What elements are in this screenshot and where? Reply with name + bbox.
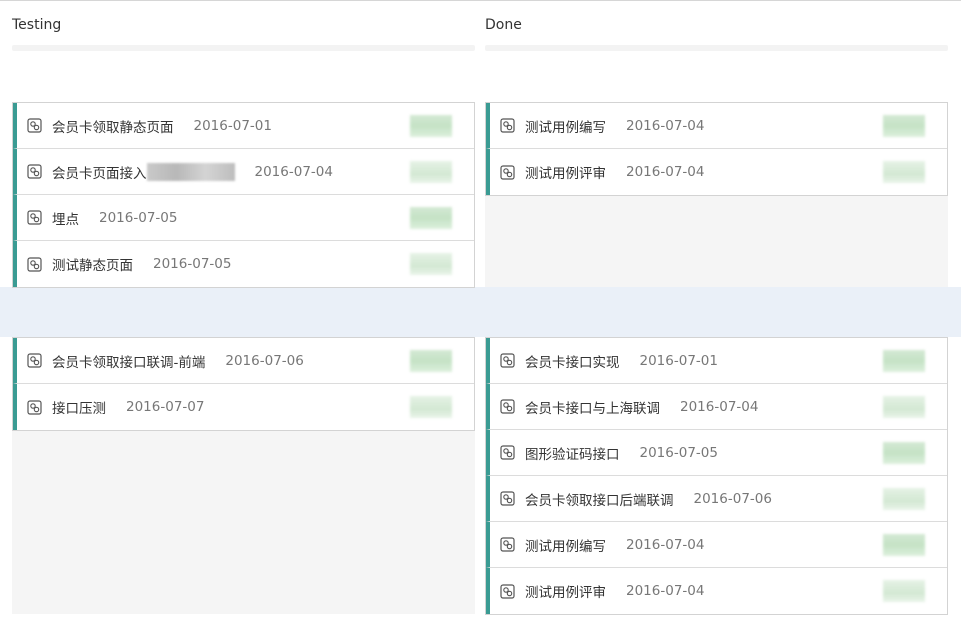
task-date: 2016-07-06: [225, 352, 304, 369]
lane2-testing-empty-area: [12, 429, 475, 614]
assignee-avatar[interactable]: [410, 115, 452, 137]
lane1-done-empty-area: [485, 194, 948, 287]
swimlane-divider: [0, 287, 961, 337]
card-type-icon: [500, 353, 515, 368]
assignee-avatar[interactable]: [883, 161, 925, 183]
task-card[interactable]: 会员卡接口与上海联调 2016-07-04: [486, 384, 947, 430]
card-type-icon: [27, 118, 42, 133]
lane1-done-list: 测试用例编写 2016-07-04 测试用例评审 2016-07-04: [485, 102, 948, 196]
task-card[interactable]: 埋点 2016-07-05: [13, 195, 474, 241]
assignee-avatar[interactable]: [410, 396, 452, 418]
assignee-avatar[interactable]: [883, 534, 925, 556]
card-type-icon: [500, 164, 515, 180]
task-date: 2016-07-04: [680, 398, 759, 415]
task-date: 2016-07-07: [126, 399, 205, 415]
card-type-icon: [27, 399, 42, 415]
task-date: 2016-07-04: [626, 117, 705, 134]
card-type-icon: [500, 399, 515, 414]
assignee-avatar[interactable]: [410, 253, 452, 275]
column-header-bar-done: [485, 45, 948, 51]
task-card[interactable]: 会员卡领取静态页面 2016-07-01: [13, 103, 474, 149]
task-date: 2016-07-05: [99, 209, 178, 226]
card-type-icon: [500, 491, 515, 506]
card-type-icon: [500, 537, 515, 552]
assignee-avatar[interactable]: [410, 207, 452, 229]
task-card[interactable]: 测试用例编写 2016-07-04: [486, 103, 947, 149]
assignee-avatar[interactable]: [410, 161, 452, 183]
task-title: 会员卡领取静态页面: [52, 119, 174, 136]
task-title: 测试用例评审: [525, 166, 606, 182]
task-card[interactable]: 会员卡接口实现 2016-07-01: [486, 338, 947, 384]
assignee-avatar[interactable]: [883, 442, 925, 464]
task-title: 会员卡领取接口后端联调: [525, 492, 674, 509]
task-title: 图形验证码接口: [525, 446, 620, 463]
task-card[interactable]: 测试用例编写 2016-07-04: [486, 522, 947, 568]
task-title: 接口压测: [52, 401, 106, 417]
card-type-icon: [27, 164, 42, 179]
assignee-avatar[interactable]: [883, 488, 925, 510]
assignee-avatar[interactable]: [883, 580, 925, 602]
task-card[interactable]: 测试用例评审 2016-07-04: [486, 568, 947, 614]
column-header-bar-testing: [12, 45, 475, 51]
task-date: 2016-07-01: [193, 117, 272, 134]
task-date: 2016-07-05: [153, 256, 232, 272]
top-border: [0, 0, 961, 1]
assignee-avatar[interactable]: [410, 350, 452, 372]
task-card[interactable]: 图形验证码接口 2016-07-05: [486, 430, 947, 476]
column-header-testing: Testing: [12, 17, 62, 33]
task-title: 会员卡接口与上海联调: [525, 400, 660, 417]
lane2-testing-list: 会员卡领取接口联调-前端 2016-07-06 接口压测 2016-07-07: [12, 337, 475, 431]
task-title: 埋点: [52, 211, 79, 228]
task-date: 2016-07-01: [639, 352, 718, 369]
card-type-icon: [500, 583, 515, 599]
card-type-icon: [500, 118, 515, 133]
task-title: 测试用例编写: [525, 538, 606, 555]
assignee-avatar[interactable]: [883, 396, 925, 418]
task-card[interactable]: 会员卡领取接口联调-前端 2016-07-06: [13, 338, 474, 384]
card-type-icon: [27, 353, 42, 368]
lane1-testing-list: 会员卡领取静态页面 2016-07-01 会员卡页面接入 2016-07-04 埋点 20…: [12, 102, 475, 288]
card-type-icon: [27, 256, 42, 272]
task-title: 会员卡领取接口联调-前端: [52, 354, 206, 371]
task-card[interactable]: 测试静态页面 2016-07-05: [13, 241, 474, 287]
task-title: 测试用例评审: [525, 585, 606, 601]
card-type-icon: [27, 210, 42, 225]
task-date: 2016-07-04: [626, 164, 705, 180]
task-date: 2016-07-05: [639, 444, 718, 461]
task-card[interactable]: 会员卡页面接入 2016-07-04: [13, 149, 474, 195]
column-header-done: Done: [485, 17, 522, 33]
card-type-icon: [500, 445, 515, 460]
assignee-avatar[interactable]: [883, 115, 925, 137]
assignee-avatar[interactable]: [883, 350, 925, 372]
task-card[interactable]: 会员卡领取接口后端联调 2016-07-06: [486, 476, 947, 522]
task-card[interactable]: 测试用例评审 2016-07-04: [486, 149, 947, 195]
task-title: 会员卡页面接入: [52, 165, 147, 182]
lane2-done-list: 会员卡接口实现 2016-07-01 会员卡接口与上海联调 2016-07-04 图形验…: [485, 337, 948, 615]
task-date: 2016-07-04: [626, 583, 705, 599]
task-title: 会员卡接口实现: [525, 354, 620, 371]
task-date: 2016-07-04: [626, 536, 705, 553]
task-title: 测试用例编写: [525, 119, 606, 136]
task-title: 测试静态页面: [52, 258, 133, 274]
task-date: 2016-07-04: [254, 163, 333, 180]
redacted-text: [146, 162, 235, 181]
task-card[interactable]: 接口压测 2016-07-07: [13, 384, 474, 430]
task-date: 2016-07-06: [693, 490, 772, 507]
